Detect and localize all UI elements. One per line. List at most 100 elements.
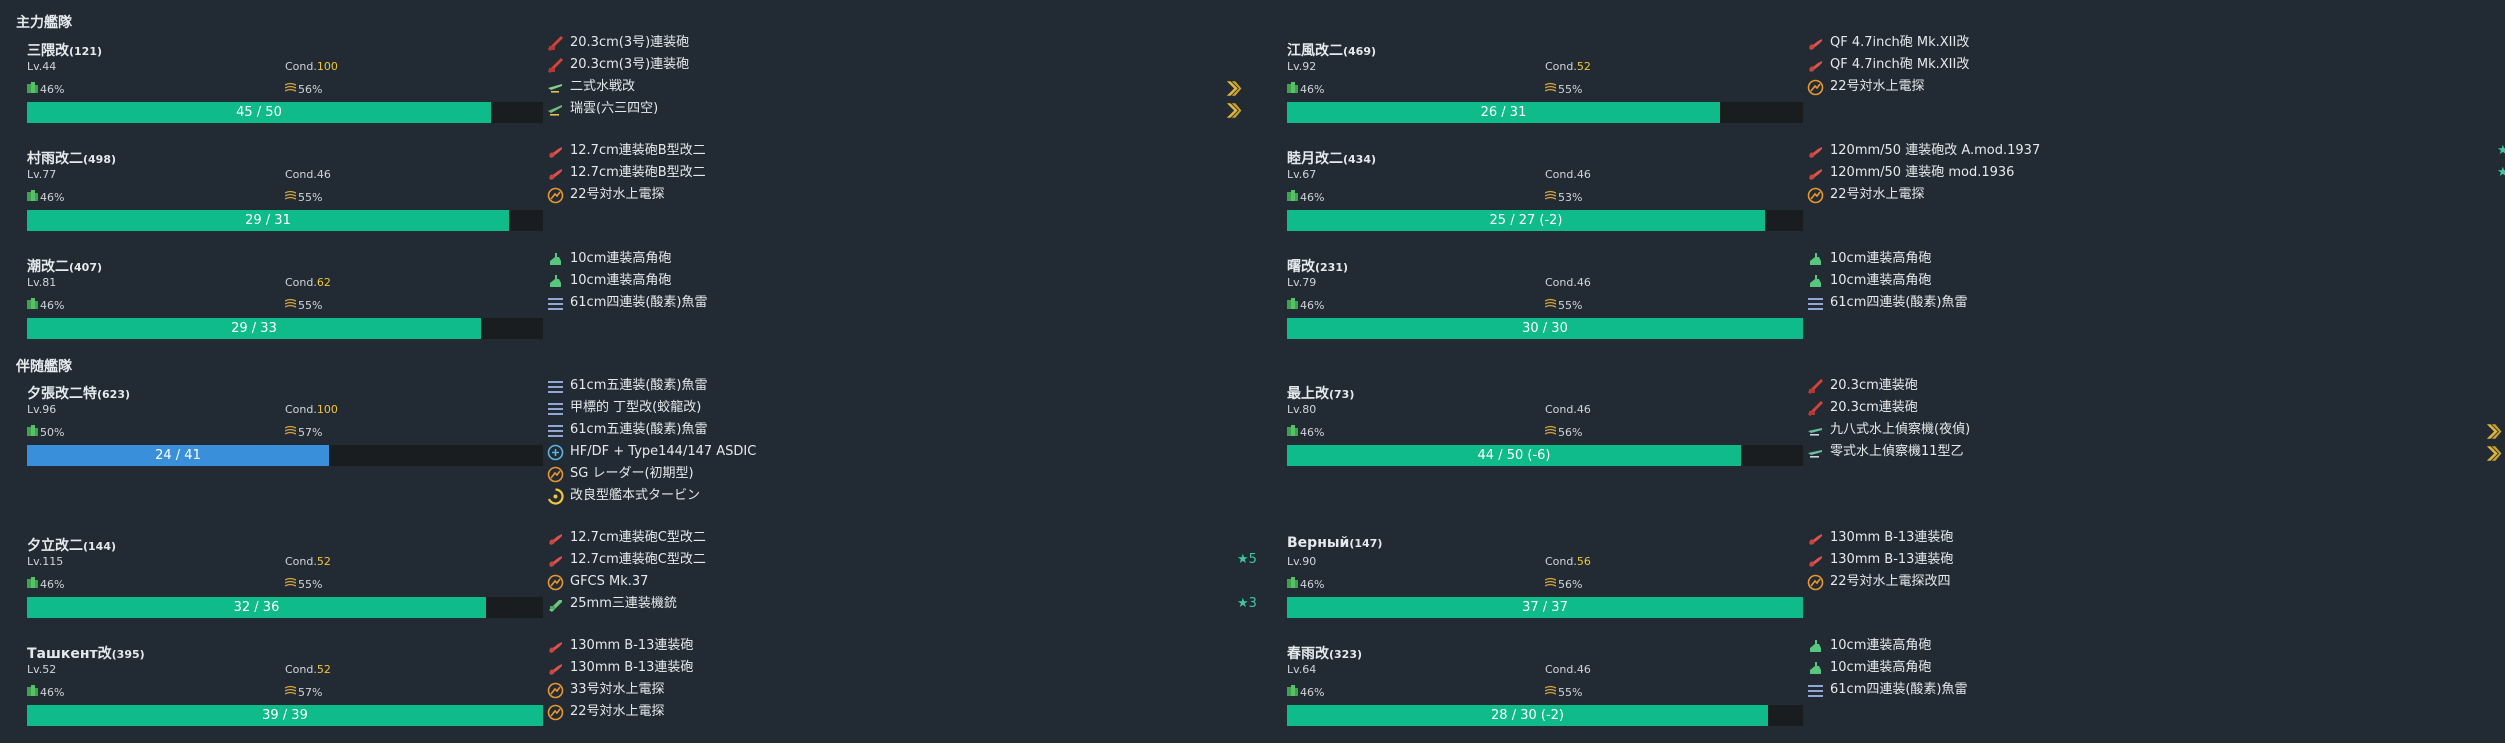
equipment-slot[interactable]: QF 4.7inch砲 Mk.XII改 — [1807, 32, 2505, 54]
equipment-slot[interactable]: 10cm連装高角砲 — [547, 270, 1247, 292]
ship-level: Lv.52 — [27, 663, 57, 676]
equipment-slot[interactable]: 130mm B-13連装砲 — [547, 635, 1247, 657]
equipment-slot[interactable]: 22号対水上電探 — [1807, 76, 2505, 98]
equipment-name: 10cm連装高角砲 — [1830, 251, 1932, 266]
ship-card[interactable]: 春雨改(323) Lv.64 Cond.46 46% 55% 28 / 30 (… — [1277, 638, 2505, 743]
equipment-name: 61cm四連装(酸素)魚雷 — [570, 295, 708, 310]
ship-card[interactable]: 睦月改二(434) Lv.67 Cond.46 46% 53% 25 / 27 … — [1277, 143, 2505, 248]
equipment-slot[interactable]: 10cm連装高角砲 — [1807, 657, 2505, 679]
hp-bar: 37 / 37 — [1287, 597, 1803, 618]
equipment-slot[interactable]: 改良型艦本式タービン — [547, 485, 1247, 507]
ship-id: (498) — [83, 153, 117, 166]
ship-card[interactable]: 最上改(73) Lv.80 Cond.46 46% 56% 44 / 50 (-… — [1277, 378, 2505, 483]
equipment-slot[interactable]: 130mm B-13連装砲 — [1807, 527, 2505, 549]
improvement-star: ★5 — [1237, 552, 1257, 567]
ship-card[interactable]: 三隈改(121) Lv.44 Cond.100 46% 56% 45 / 50 … — [17, 35, 1267, 140]
equipment-slot[interactable]: 12.7cm連装砲C型改二 ★5 — [547, 549, 1257, 571]
equipment-slot[interactable]: SG レーダー(初期型) — [547, 463, 1247, 485]
equipment-slot[interactable]: 22号対水上電探 — [1807, 184, 2505, 206]
hp-value: 45 / 50 — [236, 105, 282, 120]
equipment-slot[interactable]: QF 4.7inch砲 Mk.XII改 — [1807, 54, 2505, 76]
ship-card[interactable]: 村雨改二(498) Lv.77 Cond.46 46% 55% 29 / 31 … — [17, 143, 1267, 248]
hp-value: 29 / 31 — [245, 213, 291, 228]
ship-name: 春雨改(323) — [1287, 646, 1363, 662]
small-gun-icon — [1807, 143, 1830, 160]
equipment-slot[interactable]: 61cm四連装(酸素)魚雷 — [547, 292, 1247, 314]
equipment-slot[interactable]: 20.3cm連装砲 — [1807, 375, 2505, 397]
hp-bar: 28 / 30 (-2) — [1287, 705, 1803, 726]
equipment-slot[interactable]: 22号対水上電探 — [547, 184, 1247, 206]
ammo-indicator: 56% — [1545, 425, 1582, 439]
equipment-slot[interactable]: 12.7cm連装砲B型改二 — [547, 140, 1247, 162]
ammo-indicator: 55% — [1545, 82, 1582, 96]
hp-bar: 24 / 41 — [27, 445, 543, 466]
equipment-slot[interactable]: 130mm B-13連装砲 — [1807, 549, 2505, 571]
equipment-slot[interactable]: 10cm連装高角砲 — [1807, 635, 2505, 657]
ship-id: (469) — [1343, 45, 1377, 58]
equipment-slot[interactable]: 130mm B-13連装砲 — [547, 657, 1247, 679]
ammo-icon — [285, 577, 298, 591]
equipment-slot[interactable]: 120mm/50 連装砲改 A.mod.1937 ★ — [1807, 140, 2505, 162]
ship-card[interactable]: Ташкент改(395) Lv.52 Cond.52 46% 57% 39 /… — [17, 638, 1267, 743]
equipment-name: 12.7cm連装砲B型改二 — [570, 143, 706, 158]
equipment-list: 130mm B-13連装砲 130mm B-13連装砲 33号対水上電探 22号… — [547, 635, 1247, 723]
equipment-slot[interactable]: 33号対水上電探 — [547, 679, 1247, 701]
equipment-slot[interactable]: 61cm五連装(酸素)魚雷 — [547, 375, 1247, 397]
ship-condition: Cond.100 — [285, 60, 338, 73]
aa-gun-icon — [547, 273, 570, 290]
equipment-slot[interactable]: 12.7cm連装砲C型改二 — [547, 527, 1247, 549]
equipment-slot[interactable]: 10cm連装高角砲 — [1807, 248, 2505, 270]
equipment-slot[interactable]: 25mm三連装機銃 ★3 — [547, 593, 1257, 615]
equipment-slot[interactable]: 61cm五連装(酸素)魚雷 — [547, 419, 1247, 441]
equipment-slot[interactable]: 20.3cm(3号)連装砲 — [547, 54, 1247, 76]
ship-condition: Cond.46 — [285, 168, 331, 181]
fuel-icon — [1287, 685, 1300, 699]
equipment-slot[interactable]: 61cm四連装(酸素)魚雷 — [1807, 292, 2505, 314]
equipment-slot[interactable]: 10cm連装高角砲 — [1807, 270, 2505, 292]
ship-card[interactable]: 曙改(231) Lv.79 Cond.46 46% 55% 30 / 30 10… — [1277, 251, 2505, 356]
hp-bar: 44 / 50 (-6) — [1287, 445, 1803, 466]
equipment-slot[interactable]: 九八式水上偵察機(夜偵) — [1807, 419, 2505, 441]
escort-fleet-heading: 伴随艦隊 — [16, 359, 72, 375]
equipment-slot[interactable]: 20.3cm連装砲 — [1807, 397, 2505, 419]
ship-name: 夕張改二特(623) — [27, 386, 131, 402]
equipment-slot[interactable]: 12.7cm連装砲B型改二 — [547, 162, 1247, 184]
equipment-name: 22号対水上電探 — [1830, 187, 1925, 202]
ship-condition: Cond.52 — [1545, 60, 1591, 73]
equipment-slot[interactable]: 二式水戦改 — [547, 76, 1247, 98]
equipment-name: 12.7cm連装砲C型改二 — [570, 552, 706, 567]
ammo-icon — [285, 298, 298, 312]
equipment-name: 12.7cm連装砲B型改二 — [570, 165, 706, 180]
ship-card[interactable]: 夕立改二(144) Lv.115 Cond.52 46% 55% 32 / 36… — [17, 530, 1267, 635]
torpedo-icon — [547, 422, 570, 439]
small-gun-icon — [547, 552, 570, 569]
equipment-name: 20.3cm(3号)連装砲 — [570, 35, 690, 50]
aa-gun-icon — [547, 251, 570, 268]
equipment-slot[interactable]: 22号対水上電探改四 — [1807, 571, 2505, 593]
ship-card[interactable]: Верный(147) Lv.90 Cond.56 46% 56% 37 / 3… — [1277, 530, 2505, 635]
equipment-slot[interactable]: 120mm/50 連装砲 mod.1936 ★ — [1807, 162, 2505, 184]
ammo-icon — [285, 425, 298, 439]
fuel-icon — [1287, 425, 1300, 439]
small-gun-icon — [1807, 530, 1830, 547]
ammo-indicator: 55% — [285, 577, 322, 591]
equipment-slot[interactable]: 20.3cm(3号)連装砲 — [547, 32, 1247, 54]
equipment-slot[interactable]: 零式水上偵察機11型乙 — [1807, 441, 2505, 463]
equipment-slot[interactable]: GFCS Mk.37 — [547, 571, 1247, 593]
equipment-slot[interactable]: HF/DF + Type144/147 ASDIC — [547, 441, 1247, 463]
ammo-indicator: 55% — [1545, 298, 1582, 312]
ship-card[interactable]: 夕張改二特(623) Lv.96 Cond.100 50% 57% 24 / 4… — [17, 378, 1267, 505]
equipment-slot[interactable]: 甲標的 丁型改(蛟龍改) — [547, 397, 1247, 419]
equipment-name: 61cm五連装(酸素)魚雷 — [570, 422, 708, 437]
ammo-indicator: 56% — [1545, 577, 1582, 591]
hp-value: 39 / 39 — [262, 708, 308, 723]
equipment-name: 61cm四連装(酸素)魚雷 — [1830, 682, 1968, 697]
small-gun-icon — [547, 165, 570, 182]
equipment-slot[interactable]: 61cm四連装(酸素)魚雷 — [1807, 679, 2505, 701]
equipment-slot[interactable]: 瑞雲(六三四空) — [547, 98, 1247, 120]
ship-condition: Cond.62 — [285, 276, 331, 289]
ship-card[interactable]: 江風改二(469) Lv.92 Cond.52 46% 55% 26 / 31 … — [1277, 35, 2505, 140]
ship-card[interactable]: 潮改二(407) Lv.81 Cond.62 46% 55% 29 / 33 1… — [17, 251, 1267, 356]
equipment-slot[interactable]: 22号対水上電探 — [547, 701, 1247, 723]
equipment-slot[interactable]: 10cm連装高角砲 — [547, 248, 1247, 270]
